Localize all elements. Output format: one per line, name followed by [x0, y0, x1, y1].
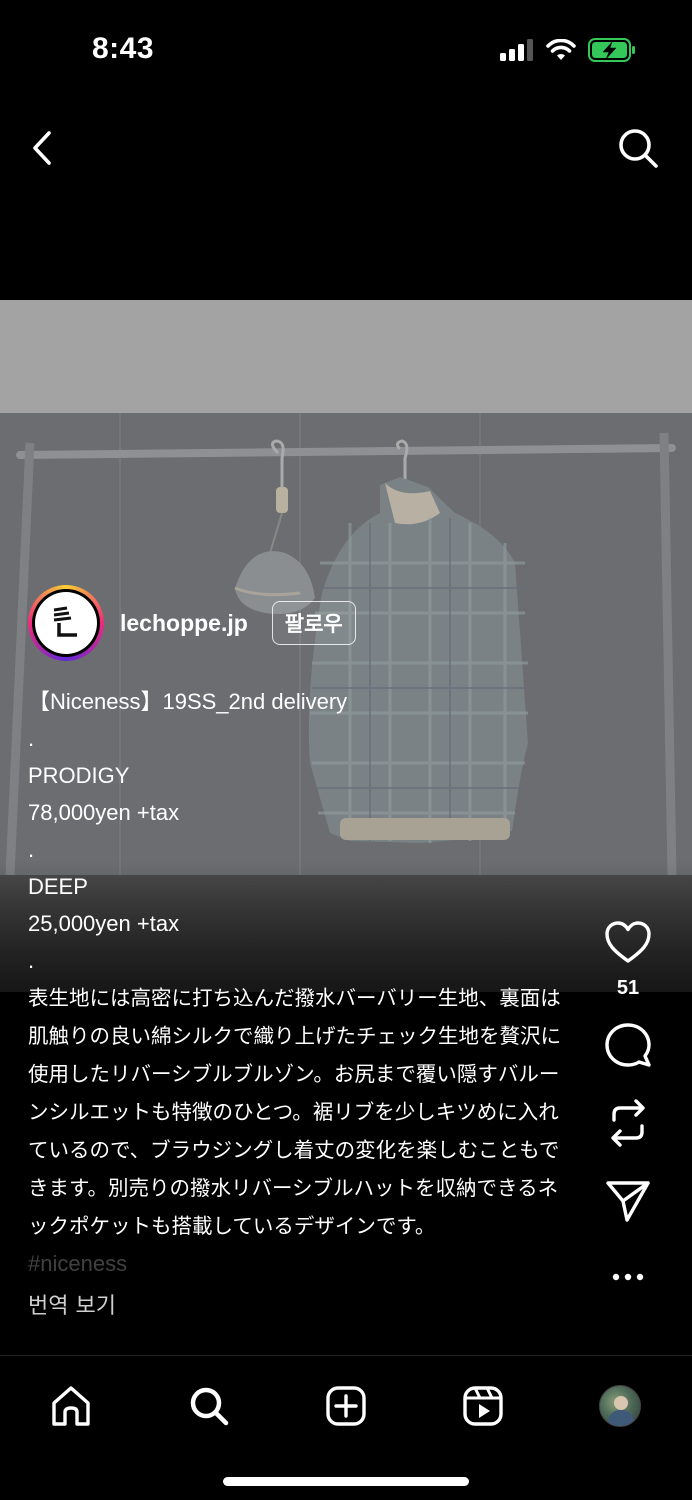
status-icons: [500, 38, 636, 62]
comment-button[interactable]: [598, 1018, 658, 1072]
nav-create[interactable]: [316, 1376, 376, 1436]
caption-line-title: 【Niceness】19SS_2nd delivery: [28, 689, 348, 714]
like-count[interactable]: 51: [617, 977, 639, 1000]
author-avatar[interactable]: [28, 585, 104, 661]
caption-hashtag[interactable]: #niceness: [28, 1245, 573, 1282]
share-button[interactable]: [598, 1174, 658, 1228]
status-time: 8:43: [92, 32, 155, 65]
photo-letterbox-top: [0, 300, 692, 413]
home-indicator: [223, 1477, 469, 1486]
signal-icon: [500, 39, 533, 61]
comment-icon: [605, 1023, 651, 1067]
top-bar: [0, 110, 692, 190]
search-icon: [190, 1387, 229, 1426]
like-button[interactable]: [598, 915, 658, 969]
heart-icon: [605, 921, 651, 963]
remix-icon: [611, 1099, 645, 1147]
brand-logo-icon: [53, 606, 77, 637]
caption-dot: .: [28, 948, 35, 973]
follow-button[interactable]: 팔로우: [271, 601, 356, 645]
see-translation-link[interactable]: 번역 보기: [28, 1288, 116, 1320]
caption-dot: .: [28, 837, 35, 862]
nav-profile[interactable]: [590, 1376, 650, 1436]
search-icon: [619, 129, 658, 168]
post-caption[interactable]: 【Niceness】19SS_2nd delivery . PRODIGY 78…: [28, 683, 573, 1282]
profile-avatar: [599, 1385, 641, 1427]
home-icon: [52, 1386, 90, 1426]
post-author: lechoppe.jp 팔로우: [28, 585, 356, 661]
send-icon: [606, 1181, 650, 1222]
wifi-icon: [546, 39, 576, 60]
status-bar: 8:43: [0, 0, 692, 100]
nav-search[interactable]: [179, 1376, 239, 1436]
more-button[interactable]: [598, 1262, 658, 1292]
reels-icon: [463, 1386, 503, 1426]
caption-dot: .: [28, 726, 35, 751]
caption-item2-name: DEEP: [28, 874, 88, 899]
nav-home[interactable]: [41, 1376, 101, 1436]
search-button[interactable]: [614, 124, 662, 172]
caption-body: 表生地には高密に打ち込んだ撥水バーバリー生地、裏面は肌触りの良い綿シルクで織り上…: [28, 986, 561, 1238]
more-icon: [612, 1273, 644, 1281]
remix-button[interactable]: [598, 1096, 658, 1150]
caption-item1-name: PRODIGY: [28, 763, 130, 788]
chevron-left-icon: [33, 131, 51, 165]
caption-item2-price: 25,000yen +tax: [28, 911, 180, 936]
battery-charging-icon: [588, 38, 635, 62]
nav-reels[interactable]: [453, 1376, 513, 1436]
author-username[interactable]: lechoppe.jp: [120, 610, 248, 637]
back-button[interactable]: [22, 124, 62, 172]
caption-item1-price: 78,000yen +tax: [28, 800, 180, 825]
post-actions: 51: [588, 915, 668, 1292]
add-post-icon: [326, 1386, 366, 1426]
